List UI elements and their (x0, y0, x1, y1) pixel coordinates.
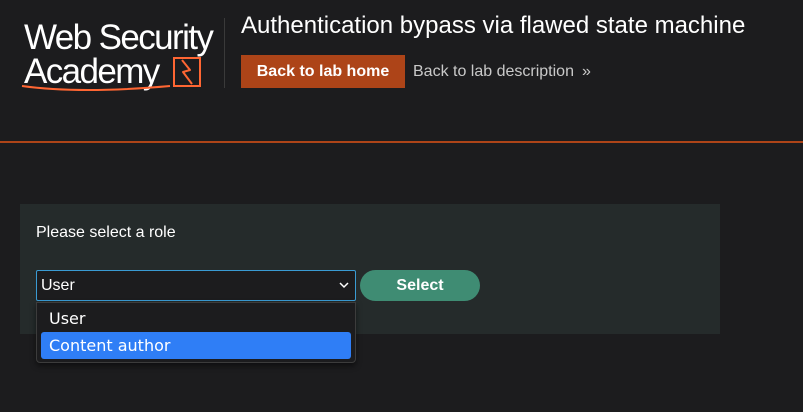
lab-title: Authentication bypass via flawed state m… (241, 12, 746, 39)
back-to-lab-home-button[interactable]: Back to lab home (241, 55, 405, 88)
logo-underline-swoosh (21, 85, 171, 91)
select-button[interactable]: Select (360, 270, 480, 301)
role-option-content-author[interactable]: Content author (41, 332, 351, 359)
header-divider (0, 141, 803, 143)
role-select-value: User (41, 276, 75, 294)
chevron-down-icon (339, 282, 349, 289)
back-to-lab-description-label: Back to lab description (413, 63, 574, 80)
role-option-user[interactable]: User (41, 305, 351, 332)
back-to-lab-description-link[interactable]: Back to lab description » (413, 62, 591, 82)
logo-divider (224, 18, 225, 88)
role-select-dropdown: User Content author (36, 302, 356, 363)
web-security-academy-logo[interactable]: Web Security Academy (20, 14, 225, 94)
page-header: Web Security Academy Authentication bypa… (0, 0, 803, 141)
double-chevron-right-icon: » (581, 63, 591, 80)
logo-text-line1: Web Security (24, 18, 214, 57)
role-select-label: Please select a role (36, 224, 176, 241)
role-select[interactable]: User (36, 270, 356, 301)
